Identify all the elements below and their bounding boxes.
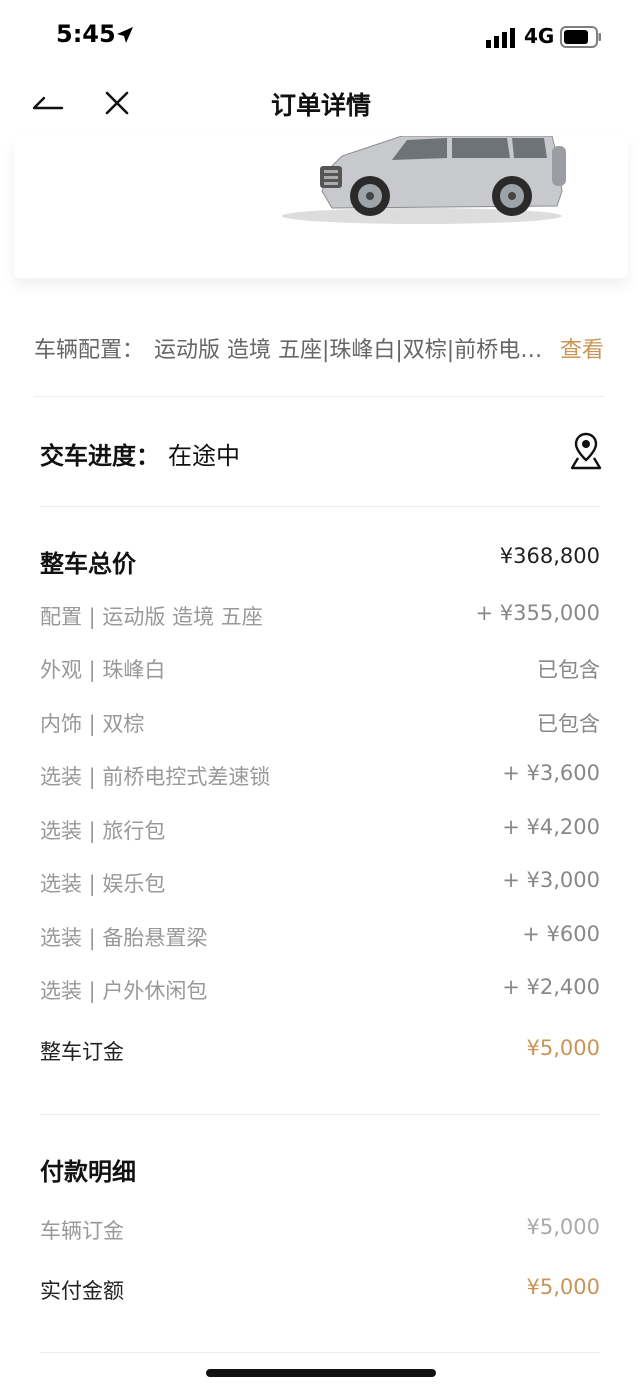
signal-icon [486, 28, 515, 48]
price-item: 内饰 | 双棕 已包含 [40, 708, 600, 742]
price-item-label: 配置 | 运动版 造境 五座 [40, 605, 263, 629]
price-item-label: 选装 | 旅行包 [40, 819, 166, 843]
price-item-value: + ¥355,000 [475, 601, 600, 625]
payment-item-value: ¥5,000 [526, 1215, 600, 1239]
price-item: 外观 | 珠峰白 已包含 [40, 654, 600, 688]
car-card [14, 136, 628, 278]
car-image [282, 136, 566, 224]
deposit-label: 整车订金 [40, 1040, 124, 1064]
payment-item: 实付金额 ¥5,000 [40, 1275, 600, 1309]
deposit-row: 整车订金 ¥5,000 [40, 1036, 600, 1070]
battery-icon [560, 26, 601, 48]
price-item: 选装 | 前桥电控式差速锁 + ¥3,600 [40, 761, 600, 795]
price-item-value: + ¥3,000 [502, 868, 600, 892]
delivery-label: 交车进度： [40, 442, 160, 470]
price-item-value: + ¥3,600 [502, 761, 600, 785]
payment-title: 付款明细 [40, 1158, 136, 1186]
config-label: 车辆配置： [34, 338, 145, 363]
payment-item: 车辆订金 ¥5,000 [40, 1215, 600, 1249]
network-type: 4G [524, 24, 555, 48]
total-price-title: 整车总价 [40, 550, 136, 578]
price-item: 配置 | 运动版 造境 五座 + ¥355,000 [40, 601, 600, 635]
location-arrow-icon [117, 27, 133, 43]
total-price-value: ¥368,800 [499, 544, 600, 568]
delivery-row: 交车进度： 在途中 [40, 432, 602, 476]
price-item-value: + ¥600 [522, 922, 600, 946]
status-time: 5:45 [56, 20, 116, 48]
price-item: 选装 | 备胎悬置梁 + ¥600 [40, 922, 600, 956]
price-item-label: 选装 | 备胎悬置梁 [40, 926, 208, 950]
config-row: 车辆配置： 运动版 造境 五座|珠峰白|双棕|前桥电控式差速锁|旅行包|娱乐包|… [34, 332, 604, 368]
price-item: 选装 | 娱乐包 + ¥3,000 [40, 868, 600, 902]
price-item: 选装 | 旅行包 + ¥4,200 [40, 815, 600, 849]
price-item-value: 已包含 [537, 658, 600, 682]
page-title: 订单详情 [270, 91, 371, 120]
price-item-value: 已包含 [537, 712, 600, 736]
price-item-label: 选装 | 娱乐包 [40, 872, 166, 896]
divider [34, 396, 604, 397]
payment-item-value: ¥5,000 [526, 1275, 600, 1299]
price-item: 选装 | 户外休闲包 + ¥2,400 [40, 975, 600, 1009]
price-item-value: + ¥4,200 [502, 815, 600, 839]
payment-item-label: 车辆订金 [40, 1219, 124, 1243]
price-item-label: 内饰 | 双棕 [40, 712, 145, 736]
price-item-label: 选装 | 户外休闲包 [40, 979, 208, 1003]
payment-item-label: 实付金额 [40, 1279, 124, 1303]
config-value: 运动版 造境 五座|珠峰白|双棕|前桥电控式差速锁|旅行包|娱乐包|备胎悬置梁|… [154, 338, 546, 363]
view-config-link[interactable]: 查看 [560, 332, 604, 364]
price-item-label: 选装 | 前桥电控式差速锁 [40, 765, 271, 789]
nav-bar: 订单详情 [0, 72, 642, 136]
status-bar: 5:45 4G [0, 0, 642, 72]
divider [40, 1114, 600, 1115]
deposit-value: ¥5,000 [526, 1036, 600, 1060]
delivery-status: 在途中 [168, 442, 240, 470]
map-pin-icon[interactable] [570, 432, 602, 470]
price-item-value: + ¥2,400 [502, 975, 600, 999]
divider [40, 1352, 600, 1353]
price-item-label: 外观 | 珠峰白 [40, 658, 166, 682]
home-indicator[interactable] [206, 1369, 436, 1377]
divider [40, 506, 600, 507]
